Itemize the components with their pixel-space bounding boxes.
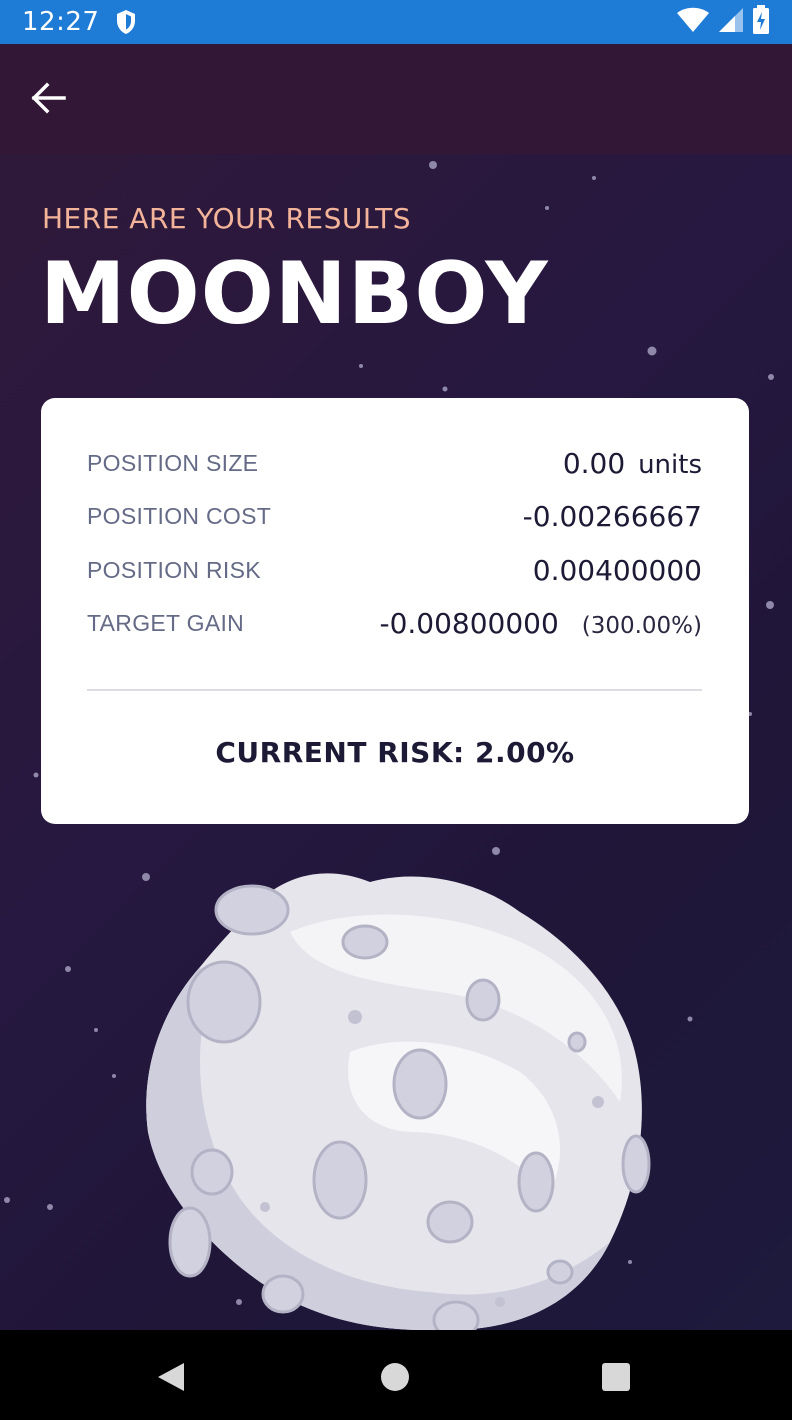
target-gain-row: TARGET GAIN -0.00800000 (300.00%) — [87, 603, 702, 643]
arrow-back-icon — [30, 82, 66, 118]
position-cost-row: POSITION COST -0.00266667 — [87, 496, 702, 536]
target-gain-label: TARGET GAIN — [87, 609, 245, 636]
position-risk-value: 0.00400000 — [532, 553, 702, 587]
position-cost-label: POSITION COST — [87, 502, 272, 529]
position-size-number: 0.00 — [562, 446, 626, 480]
status-bar: 12:27 — [0, 0, 792, 44]
wifi-icon — [676, 7, 710, 37]
shield-icon — [115, 9, 137, 35]
target-gain-percent: (300.00%) — [581, 612, 702, 639]
card-divider — [87, 689, 702, 691]
status-time: 12:27 — [22, 7, 100, 37]
results-screen: HERE ARE YOUR RESULTS MOONBOY POSITION S… — [0, 44, 792, 1330]
current-risk-text: CURRENT RISK: 2.00% — [215, 736, 575, 769]
battery-icon — [752, 5, 770, 39]
target-gain-value: -0.00800000 (300.00%) — [379, 607, 702, 640]
signal-icon — [718, 7, 744, 37]
toolbar — [0, 44, 792, 154]
position-size-unit: units — [638, 449, 702, 480]
position-risk-row: POSITION RISK 0.00400000 — [87, 550, 702, 590]
back-button[interactable] — [22, 74, 74, 126]
home-circle-icon[interactable] — [378, 1360, 412, 1394]
navigation-bar — [0, 1330, 792, 1420]
position-cost-value: -0.00266667 — [522, 499, 702, 533]
position-size-value: 0.00 units — [563, 447, 702, 480]
back-triangle-icon[interactable] — [154, 1360, 188, 1394]
position-size-row: POSITION SIZE 0.00 units — [87, 443, 702, 483]
page-title: MOONBOY — [40, 244, 549, 344]
position-size-label: POSITION SIZE — [87, 449, 259, 476]
results-card: POSITION SIZE 0.00 units POSITION COST -… — [41, 398, 749, 824]
recents-square-icon[interactable] — [599, 1360, 633, 1394]
moon-illustration — [146, 873, 651, 1330]
results-subtitle: HERE ARE YOUR RESULTS — [42, 202, 411, 235]
target-gain-number: -0.00800000 — [379, 606, 559, 640]
position-risk-label: POSITION RISK — [87, 556, 261, 583]
